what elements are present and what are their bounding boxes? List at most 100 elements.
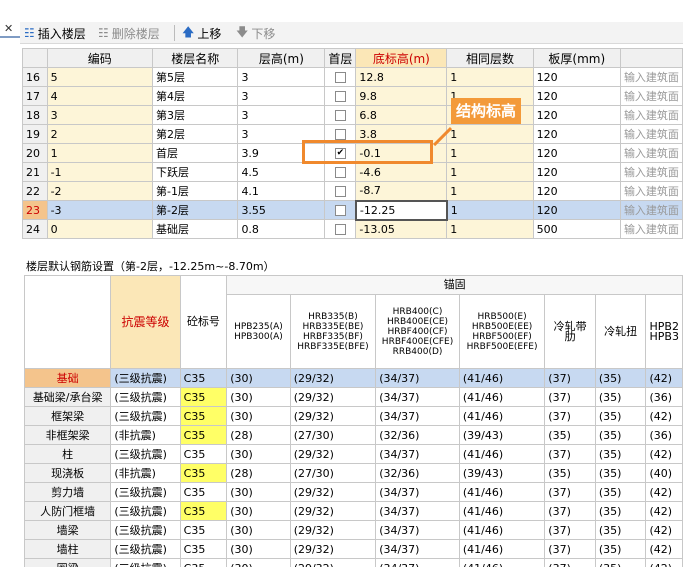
anchorage-value-cell[interactable]: (37): [544, 520, 596, 540]
code-cell[interactable]: -1: [46, 162, 153, 182]
anchorage-value-cell[interactable]: (34/37): [375, 444, 460, 464]
seismic-grade-cell[interactable]: (三级抗震): [110, 501, 181, 521]
anchorage-value-cell[interactable]: (32/36): [375, 463, 460, 483]
concrete-grade-header[interactable]: 砼标号: [179, 275, 228, 369]
slab-thickness-cell[interactable]: 120: [532, 86, 621, 106]
anchorage-value-cell[interactable]: (37): [544, 501, 596, 521]
rebar-row[interactable]: 现浇板 (非抗震) C35 (28) (27/30) (32/36) (39/43) (35)…: [23, 463, 683, 483]
steel-grade-header[interactable]: 冷轧扭: [594, 294, 647, 369]
same-floors-cell[interactable]: 1: [446, 67, 534, 87]
anchorage-value-cell[interactable]: (28): [226, 463, 291, 483]
first-floor-checkbox[interactable]: [334, 224, 346, 235]
code-cell[interactable]: -2: [46, 181, 153, 201]
slab-thickness-cell[interactable]: 120: [532, 67, 621, 87]
anchorage-value-cell[interactable]: (27/30): [289, 425, 377, 445]
anchorage-value-cell[interactable]: (35): [594, 387, 647, 407]
floor-row[interactable]: 16 5 第5层 3 12.8 1 120 输入建筑面: [22, 67, 683, 87]
component-label[interactable]: 基础: [23, 368, 112, 388]
concrete-grade-cell[interactable]: C35: [179, 406, 228, 426]
first-floor-cell[interactable]: [324, 67, 357, 87]
row-number[interactable]: 21: [22, 162, 48, 182]
floor-height-cell[interactable]: 3: [237, 67, 326, 87]
slab-thickness-cell[interactable]: 120: [532, 162, 621, 182]
same-floors-cell[interactable]: 1: [446, 181, 534, 201]
component-label[interactable]: 墙柱: [23, 539, 112, 559]
anchorage-value-cell[interactable]: (29/32): [289, 444, 377, 464]
row-number[interactable]: 23: [22, 200, 48, 220]
anchorage-value-cell[interactable]: (29/32): [289, 539, 377, 559]
rebar-row[interactable]: 人防门框墙 (三级抗震) C35 (30) (29/32) (34/37) (41/46)(…: [23, 501, 683, 521]
anchorage-value-cell[interactable]: (41/46): [458, 501, 546, 521]
same-floors-header[interactable]: 相同层数: [446, 48, 534, 68]
anchorage-value-cell[interactable]: (34/37): [375, 387, 460, 407]
code-cell[interactable]: 0: [46, 219, 153, 239]
anchorage-value-cell[interactable]: (28): [226, 425, 291, 445]
slab-thickness-cell[interactable]: 120: [532, 124, 621, 144]
anchorage-value-cell[interactable]: (30): [226, 501, 291, 521]
base-elevation-cell[interactable]: 9.8: [355, 86, 448, 106]
anchorage-value-cell[interactable]: (30): [226, 444, 291, 464]
rebar-row[interactable]: 墙梁 (三级抗震) C35 (30) (29/32) (34/37) (41/46) (37)…: [23, 520, 683, 540]
base-elevation-cell[interactable]: -13.05: [355, 219, 448, 239]
rebar-row[interactable]: 框架梁 (三级抗震) C35 (30) (29/32) (34/37) (41/46) (37…: [23, 406, 683, 426]
anchorage-value-cell[interactable]: (37): [544, 558, 596, 567]
concrete-grade-cell[interactable]: C35: [179, 558, 228, 567]
component-label[interactable]: 基础梁/承台梁: [23, 387, 112, 407]
anchorage-value-cell[interactable]: (40): [645, 463, 683, 483]
anchorage-value-cell[interactable]: (39/43): [458, 463, 546, 483]
anchorage-value-cell[interactable]: (34/37): [375, 558, 460, 567]
anchorage-value-cell[interactable]: (29/32): [289, 501, 377, 521]
anchorage-value-cell[interactable]: (32/36): [375, 425, 460, 445]
anchorage-value-cell[interactable]: (29/32): [289, 368, 377, 388]
seismic-grade-cell[interactable]: (非抗震): [110, 425, 181, 445]
floor-row[interactable]: 23 -3 第-2层 3.55 -12.25 1 120 输入建筑面: [22, 199, 683, 221]
anchorage-value-cell[interactable]: (36): [645, 425, 683, 445]
rebar-row[interactable]: 基础 (三级抗震) C35 (30) (29/32) (34/37) (41/46) (37)…: [23, 368, 683, 388]
concrete-grade-cell[interactable]: C35: [179, 482, 228, 502]
anchorage-value-cell[interactable]: (35): [594, 368, 647, 388]
component-label[interactable]: 柱: [23, 444, 112, 464]
description-cell[interactable]: 输入建筑面: [619, 143, 683, 163]
anchorage-value-cell[interactable]: (35): [594, 501, 647, 521]
anchorage-value-cell[interactable]: (37): [544, 482, 596, 502]
anchorage-value-cell[interactable]: (30): [226, 558, 291, 567]
code-cell[interactable]: 2: [46, 124, 153, 144]
anchorage-value-cell[interactable]: (41/46): [458, 482, 546, 502]
anchorage-value-cell[interactable]: (41/46): [458, 444, 546, 464]
first-floor-cell[interactable]: [324, 86, 357, 106]
anchorage-value-cell[interactable]: (42): [645, 539, 683, 559]
anchorage-value-cell[interactable]: (37): [544, 406, 596, 426]
component-label[interactable]: 现浇板: [23, 463, 112, 483]
concrete-grade-cell[interactable]: C35: [179, 520, 228, 540]
component-label[interactable]: 人防门框墙: [23, 501, 112, 521]
row-number[interactable]: 18: [22, 105, 48, 125]
seismic-grade-cell[interactable]: (三级抗震): [110, 482, 181, 502]
move-down-button[interactable]: 🡇 下移: [236, 25, 275, 41]
seismic-grade-cell[interactable]: (三级抗震): [110, 368, 181, 388]
same-floors-cell[interactable]: 1: [446, 124, 534, 144]
seismic-grade-cell[interactable]: (非抗震): [110, 463, 181, 483]
anchorage-value-cell[interactable]: (41/46): [458, 387, 546, 407]
same-floors-cell[interactable]: 1: [446, 162, 534, 182]
anchorage-value-cell[interactable]: (35): [594, 539, 647, 559]
description-cell[interactable]: 输入建筑面: [619, 181, 683, 201]
anchorage-value-cell[interactable]: (35): [594, 444, 647, 464]
anchorage-value-cell[interactable]: (34/37): [375, 501, 460, 521]
anchorage-value-cell[interactable]: (42): [645, 406, 683, 426]
first-floor-cell[interactable]: [324, 181, 357, 201]
anchorage-value-cell[interactable]: (35): [594, 558, 647, 567]
rebar-row[interactable]: 非框架梁 (非抗震) C35 (28) (27/30) (32/36) (39/43) (35…: [23, 425, 683, 445]
anchorage-value-cell[interactable]: (42): [645, 501, 683, 521]
rebar-row[interactable]: 柱 (三级抗震) C35 (30) (29/32) (34/37) (41/46) (37)(…: [23, 444, 683, 464]
floor-name-cell[interactable]: 首层: [151, 143, 239, 163]
floor-height-cell[interactable]: 4.1: [237, 181, 326, 201]
base-elevation-cell[interactable]: 6.8: [355, 105, 448, 125]
anchorage-value-cell[interactable]: (34/37): [375, 406, 460, 426]
floor-height-cell[interactable]: 3: [237, 86, 326, 106]
anchorage-value-cell[interactable]: (41/46): [458, 539, 546, 559]
component-label[interactable]: 剪力墙: [23, 482, 112, 502]
anchorage-value-cell[interactable]: (34/37): [375, 368, 460, 388]
slab-thickness-cell[interactable]: 120: [532, 200, 621, 220]
anchorage-value-cell[interactable]: (35): [544, 463, 596, 483]
description-header[interactable]: [619, 48, 683, 68]
